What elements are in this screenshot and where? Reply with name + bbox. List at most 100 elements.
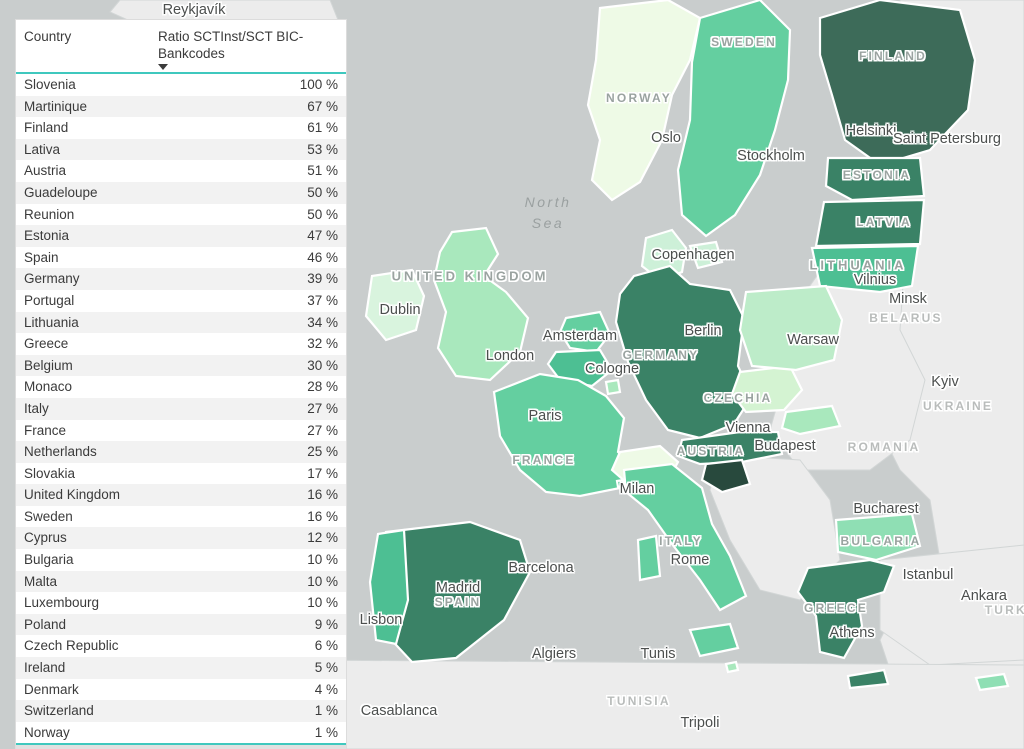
cell-ratio-value: 10 % (307, 552, 338, 568)
table-row[interactable]: Luxembourg 10 % (16, 592, 346, 614)
cell-country: Monaco (24, 379, 73, 395)
cell-ratio-value: 28 % (307, 379, 338, 395)
cell-country: Luxembourg (24, 595, 100, 611)
table-row[interactable]: Slovakia 17 % (16, 462, 346, 485)
table-row[interactable]: France 27 % (16, 419, 346, 442)
cell-ratio-value: 50 % (307, 206, 338, 222)
cell-ratio-value: 67 % (307, 98, 338, 114)
cell-country: Denmark (24, 681, 79, 697)
cell-country: Bulgaria (24, 552, 74, 568)
table-row[interactable]: Slovenia 100 % (16, 74, 346, 96)
cell-ratio-value: 100 % (299, 77, 338, 92)
table-row[interactable]: Poland 9 % (16, 613, 346, 636)
cell-country: Italy (24, 400, 49, 416)
table-row[interactable]: United Kingdom 16 % (16, 484, 346, 506)
table-row[interactable]: Sweden 16 % (16, 505, 346, 528)
table-row[interactable]: Lithuania 34 % (16, 311, 346, 334)
cell-country: Cyprus (24, 530, 67, 546)
table-row[interactable]: Italy 27 % (16, 397, 346, 420)
sort-descending-icon[interactable] (158, 64, 168, 70)
table-row[interactable]: Norway 1 % (16, 721, 346, 744)
cell-ratio-value: 16 % (307, 487, 338, 503)
cell-country: Ireland (24, 660, 66, 676)
table-row[interactable]: Austria 51 % (16, 160, 346, 182)
country-lithuania (810, 244, 920, 294)
cell-ratio-value: 32 % (307, 336, 338, 352)
table-row[interactable]: Ireland 5 % (16, 657, 346, 679)
table-total-row: Gesamt 24 % (16, 745, 346, 749)
cell-ratio-value: 61 % (307, 120, 338, 136)
cell-country: United Kingdom (24, 487, 121, 503)
column-header-country[interactable]: Country (16, 28, 150, 70)
cell-country: Sweden (24, 508, 73, 524)
cell-country: Greece (24, 336, 69, 352)
cell-ratio-value: 25 % (307, 444, 338, 460)
table-row[interactable]: Lativa 53 % (16, 138, 346, 161)
cell-country: Spain (24, 249, 59, 265)
cell-ratio-value: 46 % (307, 249, 338, 265)
table-row[interactable]: Monaco 28 % (16, 376, 346, 398)
cell-country: Estonia (24, 228, 70, 244)
cell-ratio-value: 10 % (307, 573, 338, 589)
cell-ratio-value: 53 % (307, 141, 338, 157)
table-row[interactable]: Spain 46 % (16, 246, 346, 269)
cell-ratio-value: 34 % (307, 314, 338, 330)
table-row[interactable]: Estonia 47 % (16, 225, 346, 247)
table-row[interactable]: Denmark 4 % (16, 678, 346, 701)
cell-country: Reunion (24, 206, 75, 222)
table-row[interactable]: Cyprus 12 % (16, 527, 346, 550)
table-row[interactable]: Martinique 67 % (16, 95, 346, 118)
cell-ratio-value: 9 % (314, 616, 338, 632)
country-italy-sardinia (636, 534, 662, 582)
table-row[interactable]: Bulgaria 10 % (16, 549, 346, 571)
table-row[interactable]: Portugal 37 % (16, 289, 346, 312)
cell-country: Finland (24, 120, 69, 136)
cell-ratio-value: 4 % (314, 681, 338, 697)
cell-ratio-value: 39 % (307, 271, 338, 287)
table-row[interactable]: Reunion 50 % (16, 203, 346, 226)
cell-country: Slovenia (24, 77, 76, 92)
country-estonia (824, 156, 926, 202)
table-row[interactable]: Germany 39 % (16, 268, 346, 290)
cell-country: Lithuania (24, 314, 79, 330)
country-latvia (814, 198, 926, 248)
country-malta (724, 660, 740, 674)
country-ratio-table[interactable]: Country Ratio SCTInst/SCT BIC-Bankcodes … (16, 20, 346, 749)
table-row[interactable]: Greece 32 % (16, 333, 346, 355)
cell-ratio-value: 51 % (307, 163, 338, 179)
cell-country: Netherlands (24, 444, 97, 460)
cell-country: Martinique (24, 98, 88, 114)
country-cyprus (974, 672, 1010, 692)
total-value: 24 % (150, 745, 346, 749)
cell-ratio-value: 50 % (307, 184, 338, 200)
cell-country: Switzerland (24, 703, 94, 719)
cell-ratio-value: 27 % (307, 400, 338, 416)
cell-ratio-value: 1 % (314, 703, 338, 719)
cell-country: Czech Republic (24, 638, 119, 654)
table-row[interactable]: Czech Republic 6 % (16, 635, 346, 658)
cell-ratio-value: 37 % (307, 292, 338, 308)
cell-ratio-value: 10 % (307, 595, 338, 611)
table-body[interactable]: Slovenia 100 % Martinique 67 % Finland 61 % La… (16, 74, 346, 744)
cell-country: France (24, 422, 67, 438)
cell-ratio-value: 5 % (314, 660, 338, 676)
cell-country: Austria (24, 163, 67, 179)
cell-ratio-value: 30 % (307, 357, 338, 373)
table-header-row: Country Ratio SCTInst/SCT BIC-Bankcodes (16, 20, 346, 72)
table-row[interactable]: Belgium 30 % (16, 354, 346, 377)
cell-country: Belgium (24, 357, 73, 373)
cell-country: Lativa (24, 141, 61, 157)
column-header-ratio[interactable]: Ratio SCTInst/SCT BIC-Bankcodes (150, 28, 346, 70)
table-row[interactable]: Netherlands 25 % (16, 441, 346, 463)
table-row[interactable]: Switzerland 1 % (16, 700, 346, 722)
total-label: Gesamt (16, 745, 150, 749)
cell-ratio-value: 47 % (307, 228, 338, 244)
country-luxembourg (604, 378, 622, 396)
table-row[interactable]: Guadeloupe 50 % (16, 181, 346, 204)
table-row[interactable]: Finland 61 % (16, 117, 346, 139)
cell-country: Poland (24, 616, 67, 632)
table-row[interactable]: Malta 10 % (16, 570, 346, 593)
cell-country: Guadeloupe (24, 184, 98, 200)
cell-country: Portugal (24, 292, 75, 308)
cell-ratio-value: 27 % (307, 422, 338, 438)
